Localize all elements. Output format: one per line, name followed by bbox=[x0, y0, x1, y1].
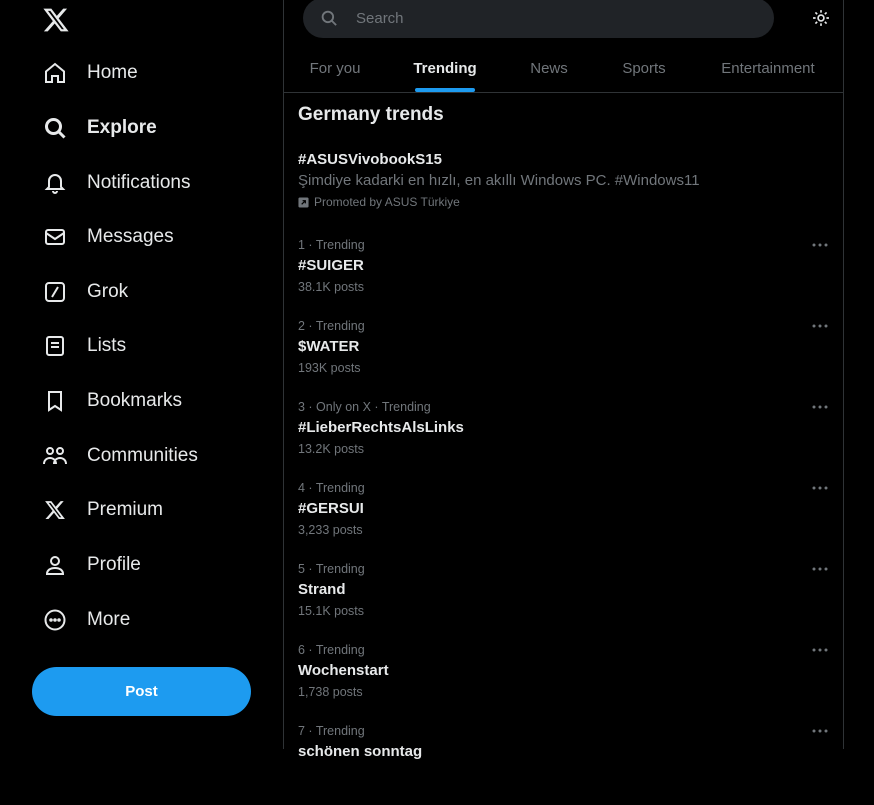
trend-name: #LieberRechtsAlsLinks bbox=[298, 419, 464, 436]
more-options-icon[interactable] bbox=[810, 238, 830, 252]
trend-name: schönen sonntag bbox=[298, 743, 423, 760]
nav-lists[interactable]: Lists bbox=[32, 326, 126, 366]
tab-news[interactable]: News bbox=[522, 44, 576, 92]
more-options-icon[interactable] bbox=[810, 562, 830, 576]
explore-tabs: For you Trending News Sports Entertainme… bbox=[284, 44, 844, 93]
nav-grok[interactable]: Grok bbox=[32, 272, 128, 312]
grok-icon bbox=[42, 279, 68, 305]
trend-name: $WATER bbox=[298, 338, 360, 355]
trend-meta: 1 · Trending bbox=[298, 238, 365, 252]
promoted-by: Promoted by ASUS Türkiye bbox=[298, 195, 828, 209]
trend-posts: 38.1K posts bbox=[298, 280, 365, 294]
trend-posts: 193K posts bbox=[298, 361, 361, 375]
trend-meta: 5 · Trending bbox=[298, 562, 365, 576]
gear-icon[interactable] bbox=[811, 8, 831, 28]
nav-bookmarks-label: Bookmarks bbox=[87, 390, 183, 411]
nav-communities-label: Communities bbox=[87, 445, 198, 466]
section-title: Germany trends bbox=[298, 104, 444, 125]
nav-home[interactable]: Home bbox=[32, 53, 138, 93]
nav-messages-label: Messages bbox=[87, 226, 174, 247]
search-placeholder: Search bbox=[356, 9, 404, 27]
search-icon bbox=[320, 9, 338, 27]
more-options-icon[interactable] bbox=[810, 481, 830, 495]
nav-explore[interactable]: Explore bbox=[32, 108, 157, 148]
nav-profile-label: Profile bbox=[87, 554, 141, 575]
tab-trending-label: Trending bbox=[413, 59, 477, 77]
nav-explore-label: Explore bbox=[87, 117, 157, 138]
more-options-icon[interactable] bbox=[810, 400, 830, 414]
nav-more[interactable]: More bbox=[32, 600, 130, 640]
more-options-icon[interactable] bbox=[810, 643, 830, 657]
promoted-trend[interactable]: #ASUSVivobookS15 Şimdiye kadarki en hızl… bbox=[298, 151, 828, 209]
nav-messages[interactable]: Messages bbox=[32, 217, 174, 257]
trend-meta: 2 · Trending bbox=[298, 319, 365, 333]
post-button[interactable]: Post bbox=[32, 667, 251, 716]
nav-lists-label: Lists bbox=[87, 335, 127, 356]
trend-meta: 4 · Trending bbox=[298, 481, 365, 495]
tab-sports[interactable]: Sports bbox=[614, 44, 674, 92]
active-tab-indicator bbox=[415, 88, 475, 92]
promoted-description: Şimdiye kadarki en hızlı, en akıllı Wind… bbox=[298, 172, 700, 189]
search-icon bbox=[42, 115, 68, 141]
trend-name: #SUIGER bbox=[298, 257, 364, 274]
more-options-icon[interactable] bbox=[810, 724, 830, 738]
nav-profile[interactable]: Profile bbox=[32, 545, 141, 585]
more-circle-icon bbox=[42, 607, 68, 633]
trend-item[interactable]: 7 · Trending schönen sonntag bbox=[298, 724, 830, 805]
trend-item[interactable]: 2 · Trending $WATER 193K posts bbox=[298, 319, 830, 400]
trend-posts: 13.2K posts bbox=[298, 442, 365, 456]
more-options-icon[interactable] bbox=[810, 319, 830, 333]
trend-item[interactable]: 6 · Trending Wochenstart 1,738 posts bbox=[298, 643, 830, 724]
search-bar[interactable]: Search bbox=[303, 0, 774, 38]
nav-bookmarks[interactable]: Bookmarks bbox=[32, 381, 182, 421]
trend-name: #GERSUI bbox=[298, 500, 364, 517]
trend-item[interactable]: 4 · Trending #GERSUI 3,233 posts bbox=[298, 481, 830, 562]
trend-posts: 1,738 posts bbox=[298, 685, 363, 699]
trend-item[interactable]: 5 · Trending Strand 15.1K posts bbox=[298, 562, 830, 643]
person-icon bbox=[42, 552, 68, 578]
promoted-icon bbox=[298, 196, 309, 208]
bell-icon bbox=[42, 170, 68, 196]
tab-sports-label: Sports bbox=[622, 59, 666, 77]
main-column: Search For you Trending News Sports Ente… bbox=[283, 0, 844, 760]
tab-trending[interactable]: Trending bbox=[408, 44, 482, 92]
tab-entertainment[interactable]: Entertainment bbox=[716, 44, 820, 92]
trend-name: Wochenstart bbox=[298, 662, 389, 679]
trend-meta: 6 · Trending bbox=[298, 643, 365, 657]
nav-premium-label: Premium bbox=[87, 499, 164, 520]
nav-premium[interactable]: Premium bbox=[32, 490, 163, 530]
nav-more-label: More bbox=[87, 609, 131, 630]
tab-news-label: News bbox=[530, 59, 568, 77]
nav-notifications-label: Notifications bbox=[87, 172, 191, 193]
x-logo-icon bbox=[42, 497, 68, 523]
trend-item[interactable]: 1 · Trending #SUIGER 38.1K posts bbox=[298, 238, 830, 319]
x-logo-icon[interactable] bbox=[42, 6, 70, 34]
nav-communities[interactable]: Communities bbox=[32, 436, 198, 476]
nav-notifications[interactable]: Notifications bbox=[32, 163, 191, 203]
nav-grok-label: Grok bbox=[87, 281, 129, 302]
tab-for-you[interactable]: For you bbox=[302, 44, 368, 92]
trend-meta: 3 · Only on X · Trending bbox=[298, 400, 431, 414]
list-icon bbox=[42, 333, 68, 359]
communities-icon bbox=[42, 443, 68, 469]
bookmark-icon bbox=[42, 388, 68, 414]
nav-home-label: Home bbox=[87, 62, 138, 83]
promoted-tag: #ASUSVivobookS15 bbox=[298, 151, 442, 168]
trend-meta: 7 · Trending bbox=[298, 724, 365, 738]
trend-item[interactable]: 3 · Only on X · Trending #LieberRechtsAl… bbox=[298, 400, 830, 481]
tab-for-you-label: For you bbox=[309, 59, 361, 77]
tab-entertainment-label: Entertainment bbox=[721, 59, 815, 77]
right-column bbox=[845, 0, 874, 749]
trend-name: Strand bbox=[298, 581, 346, 598]
envelope-icon bbox=[42, 224, 68, 250]
promoted-by-text: Promoted by ASUS Türkiye bbox=[314, 195, 460, 209]
home-icon bbox=[42, 60, 68, 86]
trend-posts: 15.1K posts bbox=[298, 604, 365, 618]
sidebar: Home Explore Notifications Messages Grok… bbox=[0, 0, 283, 749]
trend-posts: 3,233 posts bbox=[298, 523, 363, 537]
